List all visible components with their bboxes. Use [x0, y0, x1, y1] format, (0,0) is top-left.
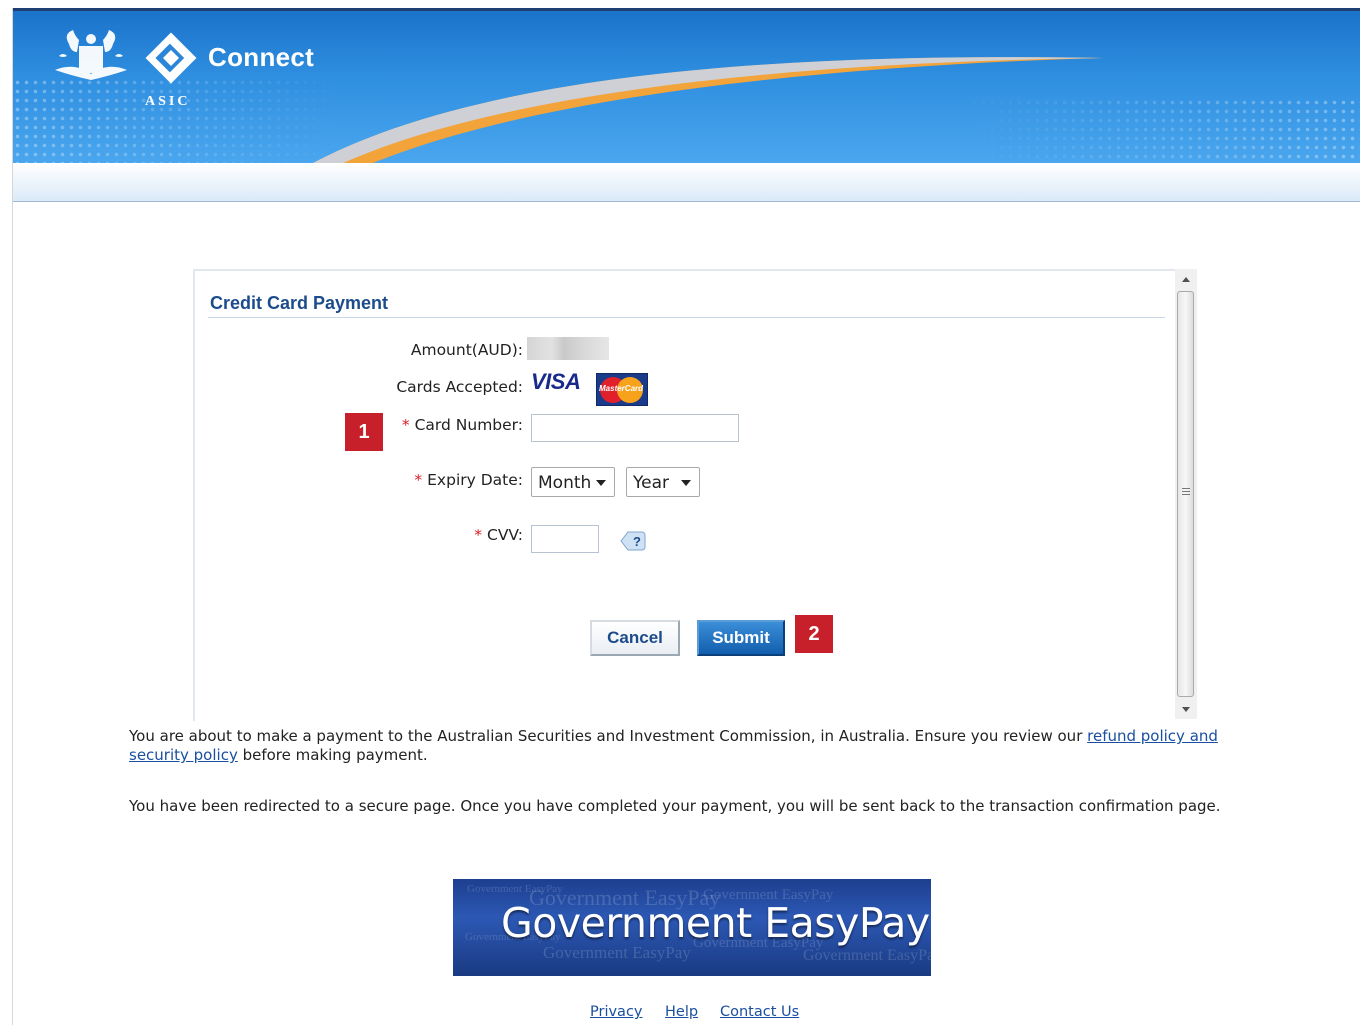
expiry-month-select[interactable]: Month — [531, 467, 615, 497]
brand-sub: ASIC — [145, 94, 191, 109]
browser-frame: Connect ASIC Credit Card Payment Amount(… — [12, 8, 1360, 1025]
contact-us-link[interactable]: Contact Us — [720, 1004, 799, 1020]
arrow-up-icon — [1182, 277, 1190, 282]
privacy-link[interactable]: Privacy — [590, 1004, 643, 1020]
help-link[interactable]: Help — [665, 1004, 698, 1020]
mastercard-logo: MasterCard — [596, 373, 648, 406]
payment-panel: Credit Card Payment Amount(AUD): Cards A… — [193, 269, 1180, 721]
expiry-date-label: * Expiry Date: — [414, 471, 523, 489]
scroll-thumb[interactable] — [1177, 291, 1194, 697]
brand-name: Connect — [208, 42, 315, 72]
amount-label: Amount(AUD): — [410, 341, 523, 359]
expiry-month-value: Month — [538, 473, 592, 493]
cancel-button[interactable]: Cancel — [590, 620, 680, 656]
amount-value-redacted — [527, 337, 609, 360]
expiry-date-label-text: Expiry Date: — [427, 471, 523, 489]
header-swoosh — [313, 57, 1103, 163]
callout-badge-2: 2 — [795, 615, 833, 653]
card-number-label: * Card Number: — [402, 416, 523, 434]
cvv-input[interactable] — [531, 525, 599, 553]
scroll-up-button[interactable] — [1175, 269, 1197, 289]
cvv-label: * CVV: — [474, 526, 523, 544]
grip-icon — [1182, 488, 1190, 497]
payment-notice: You are about to make a payment to the A… — [129, 727, 1249, 765]
svg-text:?: ? — [633, 534, 641, 549]
government-easypay-banner: Government EasyPay Government EasyPay Go… — [453, 879, 931, 976]
panel-title: Credit Card Payment — [210, 293, 389, 313]
arrow-down-icon — [1182, 707, 1190, 712]
submit-button[interactable]: Submit — [697, 620, 785, 656]
mastercard-logo-text: MasterCard — [599, 384, 644, 393]
required-marker: * — [474, 526, 482, 544]
header-sub-bar — [13, 163, 1360, 202]
redirect-notice: You have been redirected to a secure pag… — [129, 797, 1221, 815]
card-number-input[interactable] — [531, 414, 739, 442]
visa-logo: VISA — [531, 369, 581, 394]
panel-scrollbar[interactable] — [1175, 269, 1197, 719]
cvv-label-text: CVV: — [487, 526, 523, 544]
coat-of-arms-icon — [55, 30, 127, 80]
payment-notice-text: You are about to make a payment to the A… — [129, 727, 1088, 745]
chevron-down-icon — [596, 480, 606, 486]
chevron-down-icon — [681, 480, 691, 486]
site-header: Connect ASIC — [13, 8, 1360, 163]
title-divider — [208, 317, 1165, 318]
cards-accepted-label: Cards Accepted: — [396, 378, 523, 396]
required-marker: * — [414, 471, 423, 489]
scroll-down-button[interactable] — [1175, 699, 1197, 719]
payment-notice-end: before making payment. — [237, 746, 428, 764]
required-marker: * — [401, 416, 410, 434]
callout-badge-1: 1 — [345, 413, 383, 451]
card-number-label-text: Card Number: — [414, 416, 523, 434]
banner-title: Government EasyPay — [501, 899, 930, 947]
asic-diamond-logo-icon — [145, 32, 197, 84]
expiry-year-value: Year — [633, 473, 669, 493]
banner-ghost-text: Government EasyPay — [803, 947, 931, 964]
question-icon[interactable]: ? — [620, 529, 646, 553]
expiry-year-select[interactable]: Year — [626, 467, 700, 497]
